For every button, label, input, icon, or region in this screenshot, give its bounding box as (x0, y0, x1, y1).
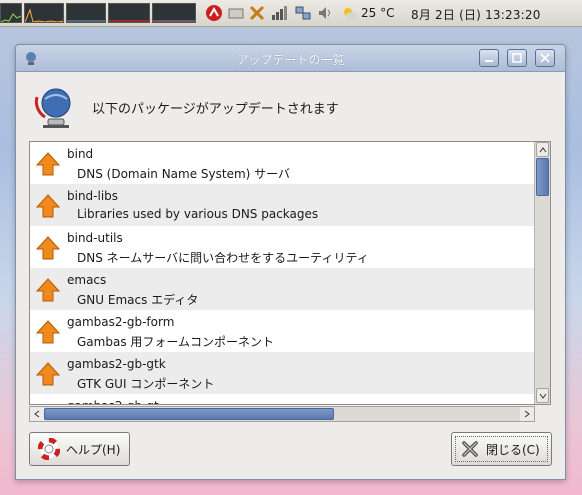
list-item[interactable]: bind-libs Libraries used by various DNS … (30, 184, 536, 226)
clock[interactable]: 8月 2日 (日) 13:23:20 (411, 6, 541, 23)
list-item[interactable]: gambas2-gb-qt (30, 394, 536, 405)
chevron-right-icon (524, 410, 530, 418)
package-name: gambas2-gb-qt (67, 399, 159, 404)
update-alert-icon[interactable] (205, 4, 223, 22)
package-desc: DNS ネームサーバに問い合わせをするユーティリティ (77, 251, 369, 265)
package-name: gambas2-gb-gtk (67, 357, 166, 371)
list-item[interactable]: bind DNS (Domain Name System) サーバ (30, 142, 536, 184)
help-button[interactable]: ヘルプ(H) (29, 432, 130, 466)
keyboard-icon[interactable] (227, 4, 245, 22)
scroll-down-button[interactable] (536, 388, 549, 403)
horizontal-scrollbar[interactable] (29, 406, 535, 422)
scroll-up-button[interactable] (536, 142, 549, 157)
load-monitor-graph[interactable] (108, 3, 150, 23)
network-monitor-graph[interactable] (66, 3, 106, 23)
list-item[interactable]: emacs GNU Emacs エディタ (30, 268, 536, 310)
tools-icon[interactable] (248, 4, 266, 22)
package-name: bind-utils (67, 231, 123, 245)
software-update-icon (31, 83, 79, 134)
temperature-label[interactable]: 25 °C (361, 6, 394, 20)
package-desc: GTK GUI コンポーネント (77, 377, 215, 391)
title-bar[interactable]: アップデートの一覧 (16, 45, 565, 72)
minimize-button[interactable] (479, 49, 499, 67)
chevron-up-icon (539, 146, 546, 152)
package-desc: Libraries used by various DNS packages (77, 207, 319, 221)
volume-icon[interactable] (316, 4, 334, 22)
close-icon (540, 53, 550, 63)
list-item[interactable]: gambas2-gb-gtk GTK GUI コンポーネント (30, 352, 536, 394)
scroll-right-button[interactable] (520, 407, 534, 421)
vertical-scroll-thumb[interactable] (536, 158, 549, 196)
scroll-left-button[interactable] (30, 407, 44, 421)
cpu-monitor-graph[interactable] (0, 3, 22, 23)
upgrade-arrow-icon (35, 194, 61, 218)
package-list[interactable]: bind DNS (Domain Name System) サーバ bind-l… (29, 141, 551, 405)
weather-icon[interactable] (341, 4, 359, 22)
memory-monitor-graph[interactable] (24, 3, 64, 23)
swap-monitor-graph[interactable] (152, 3, 196, 23)
upgrade-arrow-icon (35, 236, 61, 260)
upgrade-arrow-icon (35, 278, 61, 302)
upgrade-arrow-icon (35, 362, 61, 386)
vertical-scrollbar[interactable] (534, 142, 550, 404)
package-name: bind-libs (67, 189, 119, 203)
close-button[interactable]: 閉じる(C) (451, 432, 552, 466)
close-button-label: 閉じる(C) (486, 442, 540, 457)
package-desc: GNU Emacs エディタ (77, 293, 199, 307)
chevron-left-icon (34, 410, 40, 418)
window-close-button[interactable] (535, 49, 555, 67)
list-item[interactable]: gambas2-gb-form Gambas 用フォームコンポーネント (30, 310, 536, 352)
maximize-icon (512, 53, 522, 63)
package-name: bind (67, 147, 94, 161)
upgrade-arrow-icon (35, 403, 61, 405)
close-x-icon (462, 441, 478, 457)
minimize-icon (485, 60, 493, 62)
header-text: 以下のパッケージがアップデートされます (92, 102, 339, 117)
chevron-down-icon (539, 393, 546, 399)
list-item[interactable]: bind-utils DNS ネームサーバに問い合わせをするユーティリティ (30, 226, 536, 268)
help-button-label: ヘルプ(H) (66, 442, 121, 457)
network-signal-icon[interactable] (270, 4, 288, 22)
horizontal-scroll-thumb[interactable] (44, 408, 334, 420)
maximize-button[interactable] (507, 49, 527, 67)
lifebuoy-icon (38, 438, 60, 460)
package-desc: DNS (Domain Name System) サーバ (77, 167, 291, 181)
package-desc: Gambas 用フォームコンポーネント (77, 335, 275, 349)
top-panel: 25 °C 8月 2日 (日) 13:23:20 (0, 0, 582, 27)
network-icon[interactable] (294, 4, 312, 22)
upgrade-arrow-icon (35, 320, 61, 344)
package-name: gambas2-gb-form (67, 315, 175, 329)
package-name: emacs (67, 273, 107, 287)
update-list-window: アップデートの一覧 以下のパッケージがアップデートされます bind DNS (… (15, 44, 566, 480)
upgrade-arrow-icon (35, 152, 61, 176)
